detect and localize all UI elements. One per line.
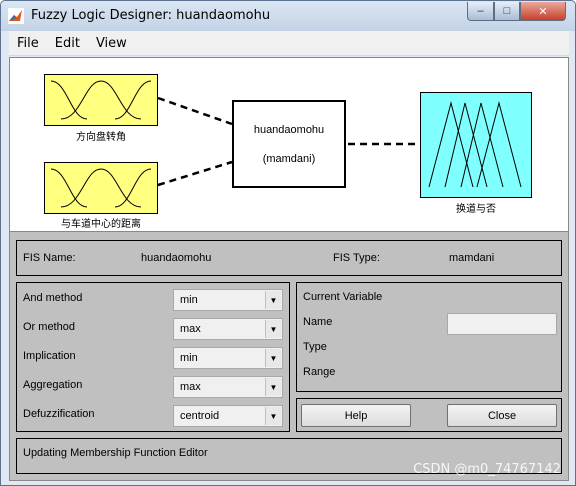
chevron-down-icon: ▼ [265,407,281,425]
and-method-label: And method [23,292,83,304]
variable-name-label: Name [303,316,333,328]
fis-diagram: 方向盘转角 与车道中心的距离 huandaomohu (mamdani) 换道与… [10,58,568,232]
gaussian-mf-icon [50,80,152,120]
variable-type-label: Type [303,341,327,353]
status-text: Updating Membership Function Editor [23,447,208,459]
aggregation-value: max [180,381,201,393]
triangular-mf-icon [428,101,522,188]
chevron-down-icon: ▼ [265,320,281,338]
output-block-lane-change[interactable] [420,92,532,198]
aggregation-select[interactable]: max ▼ [173,376,283,398]
aggregation-label: Aggregation [23,379,83,391]
input-label-steering-angle: 方向盘转角 [76,132,126,143]
close-button[interactable]: Close [447,404,557,427]
input-block-lane-center-distance[interactable] [44,162,158,214]
output-label-lane-change: 换道与否 [456,204,496,215]
designer-client-area: 方向盘转角 与车道中心的距离 huandaomohu (mamdani) 换道与… [9,57,569,481]
chevron-down-icon: ▼ [265,378,281,396]
implication-select[interactable]: min ▼ [173,347,283,369]
buttons-panel: Help Close [296,398,562,432]
chevron-down-icon: ▼ [265,349,281,367]
maximize-button[interactable]: □ [494,2,520,21]
matlab-icon [8,8,24,24]
maximize-icon: □ [503,5,511,17]
and-method-value: min [180,294,198,306]
fis-name-label: FIS Name: [23,252,76,264]
or-method-select[interactable]: max ▼ [173,318,283,340]
input-block-steering-angle[interactable] [44,74,158,126]
fis-type-label: FIS Type: [333,252,380,264]
defuzzification-value: centroid [180,410,220,422]
minimize-icon: ‒ [477,5,484,17]
or-method-value: max [180,323,201,335]
fis-name-value: huandaomohu [141,252,212,264]
menu-file[interactable]: File [9,36,47,51]
current-variable-title: Current Variable [303,291,383,303]
gaussian-mf-icon [50,168,152,208]
implication-label: Implication [23,350,76,362]
fuzzy-logic-designer-window: Fuzzy Logic Designer: huandaomohu ‒ □ ✕ … [0,0,576,486]
input-label-lane-center-distance: 与车道中心的距离 [61,219,141,230]
fis-type-value: mamdani [449,252,495,264]
chevron-down-icon: ▼ [265,291,281,309]
system-type: (mamdani) [262,152,316,165]
title-bar[interactable]: Fuzzy Logic Designer: huandaomohu ‒ □ ✕ [1,1,575,31]
system-name: huandaomohu [253,123,325,136]
watermark: CSDN @m0_74767142 [413,462,561,477]
variable-range-label: Range [303,366,336,378]
or-method-label: Or method [23,321,75,333]
defuzzification-label: Defuzzification [23,408,95,420]
defuzzification-select[interactable]: centroid ▼ [173,405,283,427]
methods-panel: And method min ▼ Or method max ▼ Implica… [16,282,290,432]
minimize-button[interactable]: ‒ [467,2,494,21]
current-variable-panel: Current Variable Name Type Range [296,282,562,392]
close-window-button[interactable]: ✕ [520,2,566,21]
window-title: Fuzzy Logic Designer: huandaomohu [31,8,271,23]
and-method-select[interactable]: min ▼ [173,289,283,311]
fis-info-panel: FIS Name: huandaomohu FIS Type: mamdani [16,240,562,276]
help-button[interactable]: Help [301,404,411,427]
close-icon: ✕ [538,5,548,18]
fis-system-block[interactable]: huandaomohu (mamdani) [232,100,346,188]
variable-name-field[interactable] [447,313,557,335]
menu-bar: File Edit View [9,31,569,56]
implication-value: min [180,352,198,364]
menu-view[interactable]: View [88,36,135,51]
menu-edit[interactable]: Edit [47,36,88,51]
